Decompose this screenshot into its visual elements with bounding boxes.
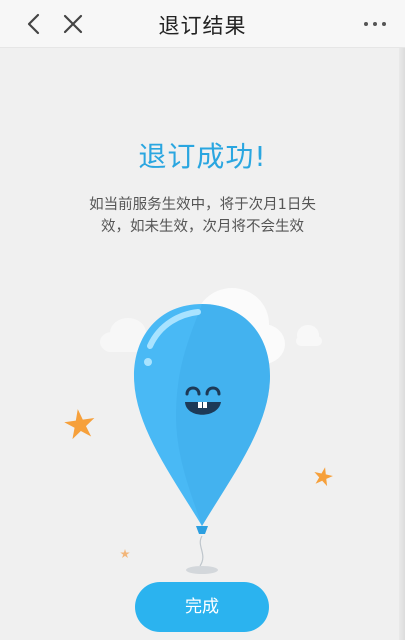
star-right-icon: [314, 467, 333, 487]
more-horizontal-icon[interactable]: [361, 12, 389, 36]
star-large-icon: [64, 409, 95, 440]
top-nav-bar: 退订结果: [0, 0, 405, 48]
result-description: 如当前服务生效中，将于次月1日失效，如未生效，次月将不会生效: [89, 197, 316, 235]
balloon-shadow: [186, 566, 218, 574]
star-small-icon: [120, 549, 130, 559]
result-title: 退订成功!: [138, 140, 267, 173]
balloon-illustration: [64, 288, 333, 574]
result-content: 退订成功! 如当前服务生效中，将于次月1日失效，如未生效，次月将不会生效 完成: [0, 48, 405, 640]
cloud-right-icon: [296, 325, 322, 346]
done-button[interactable]: 完成: [135, 582, 269, 632]
balloon-icon: [134, 304, 270, 534]
balloon-string: [199, 535, 204, 567]
right-edge-strip: [399, 48, 405, 640]
page-title: 退订结果: [158, 14, 247, 38]
